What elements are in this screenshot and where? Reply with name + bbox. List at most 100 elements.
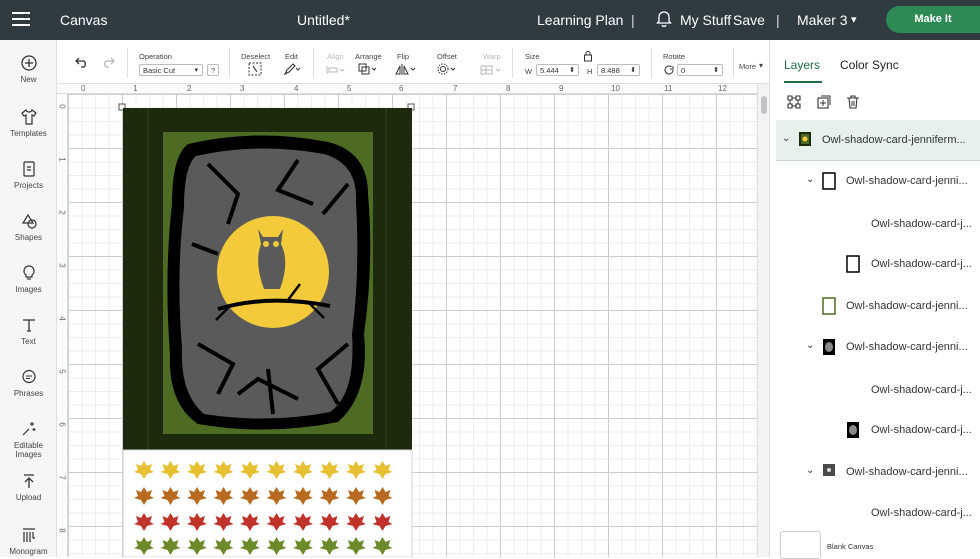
nav-shapes[interactable]: Shapes xyxy=(0,212,57,242)
ruler-tick: 5 xyxy=(347,84,352,93)
rotate-label: Rotate xyxy=(663,52,686,61)
nav-label: Phrases xyxy=(13,389,44,398)
ruler-tick: 9 xyxy=(559,84,564,93)
nav-upload[interactable]: Upload xyxy=(0,472,57,502)
layer-row[interactable]: ⌄ Owl-shadow-card-jenniferm... xyxy=(776,120,980,161)
speech-bubble-icon xyxy=(21,369,36,384)
trash-icon[interactable] xyxy=(845,94,861,110)
rotate-icon xyxy=(664,65,674,75)
owl-silhouette[interactable] xyxy=(258,229,286,289)
warp-icon xyxy=(480,65,501,75)
ruler-tick: 6 xyxy=(57,422,67,427)
vertical-scrollbar[interactable] xyxy=(757,84,769,557)
owl-card-design[interactable] xyxy=(68,94,757,557)
size-label: Size xyxy=(525,52,540,61)
offset-label: Offset xyxy=(437,52,457,61)
operation-label: Operation xyxy=(139,52,172,61)
layer-thumbnail xyxy=(799,132,811,146)
design-canvas[interactable] xyxy=(68,94,757,557)
menu-icon[interactable] xyxy=(10,8,32,30)
layer-name: Owl-shadow-card-j... xyxy=(871,384,972,396)
layer-row[interactable]: Owl-shadow-card-j... xyxy=(776,244,980,285)
nav-monogram[interactable]: Monogram xyxy=(0,526,57,556)
nav-label: Editable Images xyxy=(14,441,43,459)
stepper-icon[interactable]: ⬍ xyxy=(630,65,636,76)
layer-row[interactable]: Owl-shadow-card-j... xyxy=(776,493,980,534)
operation-help-button[interactable]: ? xyxy=(207,64,219,76)
layer-row[interactable]: ⌄ Owl-shadow-card-jenni... xyxy=(776,161,980,202)
redo-icon[interactable] xyxy=(101,56,115,68)
ruler-tick: 1 xyxy=(57,157,67,162)
caret-down-icon[interactable]: ▾ xyxy=(759,61,763,70)
save-button[interactable]: Save xyxy=(733,12,765,28)
divider xyxy=(512,48,513,78)
nav-images[interactable]: Images xyxy=(0,264,57,294)
height-input[interactable]: 8.488 ⬍ xyxy=(597,64,640,76)
width-input[interactable]: 5.444 ⬍ xyxy=(536,64,579,76)
nav-editable-images[interactable]: Editable Images xyxy=(0,420,57,459)
flip-icon[interactable] xyxy=(394,62,418,76)
layer-name: Owl-shadow-card-jenniferm... xyxy=(822,134,966,146)
make-it-button[interactable]: Make It xyxy=(886,6,980,33)
stepper-icon[interactable]: ⬍ xyxy=(569,65,575,76)
layer-name: Owl-shadow-card-jenni... xyxy=(846,175,968,187)
layer-thumbnail xyxy=(822,172,836,190)
chevron-down-icon[interactable]: ▾ xyxy=(851,13,857,26)
nav-new[interactable]: New xyxy=(0,54,57,84)
tab-layers[interactable]: Layers xyxy=(784,58,820,72)
undo-icon[interactable] xyxy=(75,56,89,68)
offset-icon[interactable] xyxy=(435,62,459,76)
deselect-icon[interactable] xyxy=(248,62,262,76)
stepper-icon[interactable]: ⬍ xyxy=(713,65,719,76)
layer-row[interactable]: ⌄ Owl-shadow-card-jenni... xyxy=(776,327,980,368)
operation-select[interactable]: Basic Cut ▾ xyxy=(139,64,203,76)
layer-row[interactable]: Owl-shadow-card-j... xyxy=(776,370,980,411)
my-stuff-link[interactable]: My Stuff xyxy=(680,12,731,28)
chevron-down-icon[interactable]: ⌄ xyxy=(806,465,814,476)
ruler-tick: 1 xyxy=(133,84,138,93)
layer-name: Owl-shadow-card-jenni... xyxy=(846,300,968,312)
document-title[interactable]: Untitled* xyxy=(297,12,350,28)
pen-icon[interactable] xyxy=(283,62,301,76)
layer-row[interactable]: ⌄ Owl-shadow-card-jenni... xyxy=(776,452,980,493)
chevron-down-icon[interactable]: ⌄ xyxy=(806,340,814,351)
ruler-tick: 8 xyxy=(57,528,67,533)
divider xyxy=(651,48,652,78)
align-icon xyxy=(326,66,345,74)
ruler-tick: 0 xyxy=(81,84,86,93)
learning-plan-link[interactable]: Learning Plan xyxy=(537,12,623,28)
rotate-input[interactable]: 0 ⬍ xyxy=(677,64,723,76)
blank-canvas-swatch[interactable] xyxy=(780,531,821,559)
ruler-tick: 3 xyxy=(57,263,67,268)
nav-text[interactable]: Text xyxy=(0,316,57,346)
scroll-thumb[interactable] xyxy=(761,96,767,114)
vertical-ruler: 0 1 2 3 4 5 6 7 8 xyxy=(57,94,68,557)
machine-selector[interactable]: Maker 3 xyxy=(797,12,848,28)
chevron-down-icon[interactable]: ⌄ xyxy=(782,133,790,144)
duplicate-icon[interactable] xyxy=(816,94,832,110)
nav-templates[interactable]: Templates xyxy=(0,108,57,138)
divider xyxy=(733,48,734,78)
lock-icon[interactable] xyxy=(583,50,593,62)
bell-icon[interactable] xyxy=(655,10,673,28)
layer-row[interactable]: Owl-shadow-card-jenni... xyxy=(776,286,980,327)
more-button[interactable]: More xyxy=(739,62,756,71)
layer-row[interactable]: Owl-shadow-card-j... xyxy=(776,204,980,245)
group-icon[interactable] xyxy=(786,94,802,110)
tab-color-sync[interactable]: Color Sync xyxy=(840,58,899,72)
ruler-tick: 8 xyxy=(506,84,511,93)
nav-projects[interactable]: Projects xyxy=(0,160,57,190)
ruler-tick: 2 xyxy=(187,84,192,93)
layer-name: Owl-shadow-card-jenni... xyxy=(846,341,968,353)
ruler-tick: 7 xyxy=(453,84,458,93)
chevron-down-icon[interactable]: ⌄ xyxy=(806,174,814,185)
ruler-tick: 10 xyxy=(611,84,620,93)
arrange-icon[interactable] xyxy=(357,62,379,76)
layer-row[interactable]: Owl-shadow-card-j... xyxy=(776,410,980,451)
ruler-tick: 5 xyxy=(57,369,67,374)
nav-phrases[interactable]: Phrases xyxy=(0,368,57,398)
layer-thumbnail xyxy=(846,255,860,273)
sparkle-icon xyxy=(22,422,35,436)
edit-toolbar: Operation Basic Cut ▾ ? Deselect Edit Al… xyxy=(57,40,769,84)
ruler-tick: 4 xyxy=(294,84,299,93)
